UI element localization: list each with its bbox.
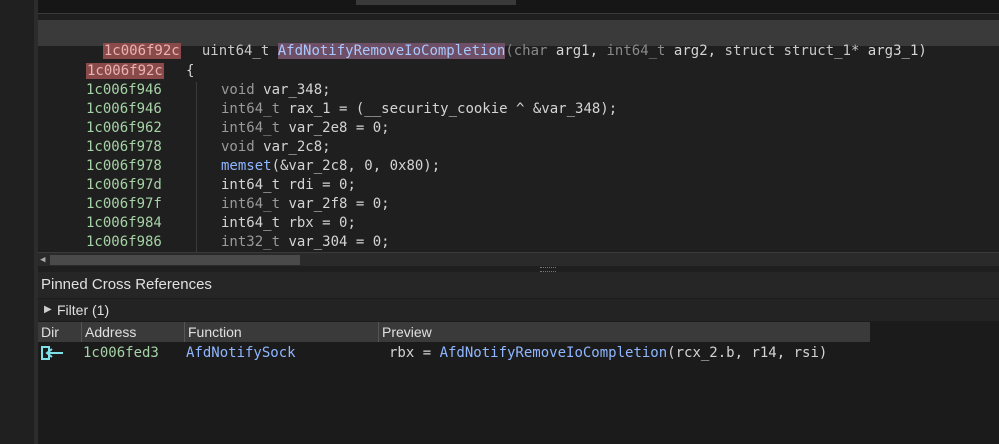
- code-line-text[interactable]: int64_t var_2f8 = 0;: [221, 195, 390, 213]
- incoming-arrow-icon: [41, 346, 63, 360]
- xref-preview[interactable]: rbx = AfdNotifyRemoveIoCompletion(rcx_2.…: [389, 344, 827, 362]
- code-line-address[interactable]: 1c006f962: [86, 119, 162, 137]
- left-sidebar: [0, 0, 34, 444]
- memset-call[interactable]: memset: [221, 158, 272, 174]
- code-line-address[interactable]: 1c006f978: [86, 138, 162, 156]
- column-header-function[interactable]: Function: [185, 322, 379, 342]
- code-line-address[interactable]: 1c006f97f: [86, 195, 162, 213]
- function-signature[interactable]: uint64_t AfdNotifyRemoveIoCompletion(cha…: [185, 24, 927, 60]
- code-line-text[interactable]: int64_t rdi = 0;: [221, 176, 356, 194]
- code-line-text: {: [186, 63, 195, 79]
- scrollbar-thumb[interactable]: [50, 255, 300, 265]
- xrefs-empty-area: [38, 364, 999, 444]
- xrefs-table-header: Dir Address Function Preview: [38, 322, 870, 342]
- top-tab-bar: [38, 0, 999, 13]
- column-header-address[interactable]: Address: [82, 322, 185, 342]
- panel-title: Pinned Cross References: [41, 276, 212, 293]
- filter-label: Filter (1): [57, 302, 110, 318]
- code-line-address[interactable]: 1c006f978: [86, 157, 162, 175]
- scroll-left-icon[interactable]: ◀: [40, 255, 48, 265]
- column-header-dir[interactable]: Dir: [38, 322, 82, 342]
- filter-toggle[interactable]: ▶ Filter (1): [38, 299, 999, 321]
- code-line-text[interactable]: int32_t var_304 = 0;: [221, 233, 390, 251]
- xref-address[interactable]: 1c006fed3: [83, 344, 159, 362]
- code-line-address[interactable]: 1c006f984: [86, 214, 162, 232]
- xref-function[interactable]: AfdNotifySock: [186, 344, 296, 362]
- code-line-text[interactable]: int64_t rbx = 0;: [221, 214, 356, 232]
- xrefs-panel-header: Pinned Cross References: [38, 272, 999, 298]
- code-line-text[interactable]: void var_2c8;: [221, 138, 331, 156]
- signature-address[interactable]: 1c006f92c: [86, 24, 181, 60]
- active-tab[interactable]: [356, 0, 516, 5]
- horizontal-scrollbar[interactable]: ◀: [38, 252, 999, 267]
- chevron-right-icon[interactable]: ▶: [44, 299, 52, 321]
- code-line-text[interactable]: memset(&var_2c8, 0, 0x80);: [221, 157, 440, 175]
- code-line-address[interactable]: 1c006f92c: [86, 62, 164, 80]
- code-line-text[interactable]: int64_t rax_1 = (__security_cookie ^ &va…: [221, 100, 617, 118]
- code-line-text[interactable]: void var_348;: [221, 81, 331, 99]
- indent-guide: [196, 82, 197, 252]
- table-row[interactable]: 1c006fed3 AfdNotifySock rbx = AfdNotifyR…: [38, 343, 999, 363]
- code-line-text[interactable]: int64_t var_2e8 = 0;: [221, 119, 390, 137]
- code-line-address[interactable]: 1c006f97d: [86, 176, 162, 194]
- code-line-address[interactable]: 1c006f946: [86, 100, 162, 118]
- code-line-address[interactable]: 1c006f986: [86, 233, 162, 251]
- function-name[interactable]: AfdNotifyRemoveIoCompletion: [277, 43, 506, 59]
- column-header-preview[interactable]: Preview: [379, 322, 869, 342]
- code-line-address[interactable]: 1c006f946: [86, 81, 162, 99]
